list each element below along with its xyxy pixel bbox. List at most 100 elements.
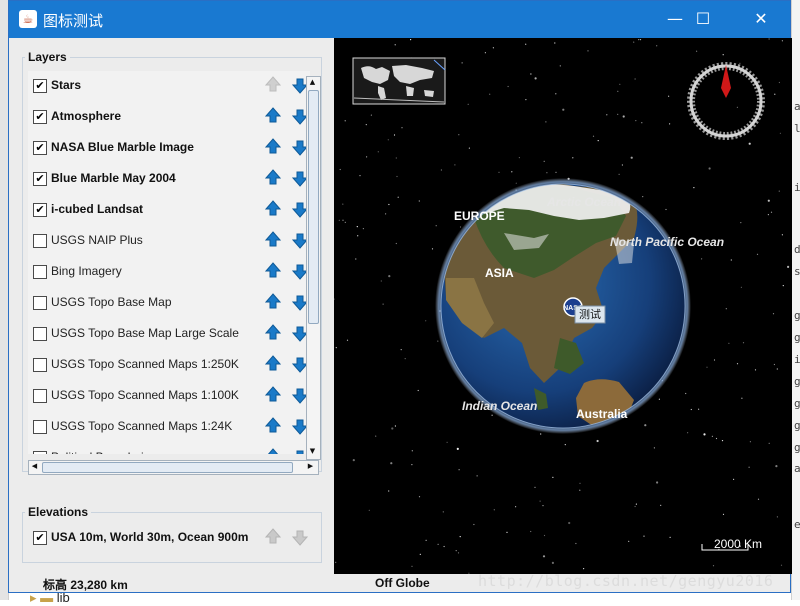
layer-label: Blue Marble May 2004 — [51, 171, 176, 185]
layer-checkbox[interactable] — [33, 265, 47, 279]
move-up-icon — [265, 75, 281, 95]
layer-checkbox[interactable]: ✔ — [33, 110, 47, 124]
elevation-label: USA 10m, World 30m, Ocean 900m — [51, 530, 249, 544]
layer-label: USGS Topo Scanned Maps 1:250K — [51, 357, 239, 371]
move-up-icon[interactable] — [265, 261, 281, 281]
background-code-glyph: e — [794, 518, 800, 531]
layer-label: USGS Topo Base Map Large Scale — [51, 326, 239, 340]
layer-label: i-cubed Landsat — [51, 202, 144, 216]
elevation-move-down-icon — [292, 527, 308, 547]
layer-vertical-scrollbar[interactable]: ▲ ▼ — [306, 76, 321, 460]
background-code-glyph: g — [794, 309, 800, 322]
layer-row: USGS NAIP Plus — [28, 226, 310, 257]
layer-checkbox[interactable] — [33, 234, 47, 248]
altitude-value: 23,280 km — [70, 578, 128, 592]
layer-label: USGS Topo Base Map — [51, 295, 172, 309]
globe-view[interactable]: NASA 测试 EUROPE ASIA Australia Arctic Oce… — [334, 38, 792, 574]
layer-row: USGS Topo Scanned Maps 1:100K — [28, 381, 310, 412]
window-title: 图标测试 — [43, 12, 104, 30]
compass[interactable] — [687, 62, 765, 140]
label-europe: EUROPE — [454, 209, 505, 223]
horizontal-scroll-thumb[interactable] — [42, 462, 293, 473]
label-indian-ocean: Indian Ocean — [462, 399, 537, 413]
layer-row: ✔ Atmosphere — [28, 102, 310, 133]
layer-row: Political Boundaries — [28, 443, 310, 454]
scale-bar: 2000 Km — [701, 537, 762, 551]
layer-checkbox[interactable]: ✔ — [33, 141, 47, 155]
scroll-left-icon[interactable]: ◀ — [29, 461, 40, 472]
label-north-pacific-ocean: North Pacific Ocean — [610, 235, 724, 249]
elevations-group: Elevations ✔ USA 10m, World 30m, Ocean 9… — [22, 505, 322, 563]
elevation-move-up-icon — [265, 527, 281, 547]
layer-label: Stars — [51, 78, 82, 92]
layer-horizontal-scrollbar[interactable]: ◀ ▶ — [28, 460, 319, 475]
layer-row: ✔ Stars — [28, 71, 310, 102]
vertical-scroll-thumb[interactable] — [308, 90, 319, 324]
elevation-row: ✔ USA 10m, World 30m, Ocean 900m — [28, 523, 310, 554]
label-australia: Australia — [576, 407, 628, 421]
move-up-icon[interactable] — [265, 137, 281, 157]
layer-checkbox[interactable]: ✔ — [33, 203, 47, 217]
globe-scene: NASA 测试 EUROPE ASIA Australia Arctic Oce… — [334, 38, 790, 574]
layer-row: USGS Topo Base Map Large Scale — [28, 319, 310, 350]
layers-legend: Layers — [28, 50, 67, 64]
layer-checkbox[interactable] — [33, 296, 47, 310]
elevation-checkbox[interactable]: ✔ — [33, 531, 47, 545]
move-up-icon[interactable] — [265, 354, 281, 374]
layer-row: ✔ NASA Blue Marble Image — [28, 133, 310, 164]
java-app-icon: ☕ — [19, 10, 37, 28]
globe-status: Off Globe — [375, 576, 430, 590]
layer-checkbox[interactable]: ✔ — [33, 172, 47, 186]
altitude-label: 标高 — [43, 578, 68, 592]
background-code-glyph: a — [794, 100, 800, 113]
layer-checkbox[interactable] — [33, 327, 47, 341]
layer-label: USGS NAIP Plus — [51, 233, 143, 247]
layer-label: NASA Blue Marble Image — [51, 140, 194, 154]
background-code-glyph: g — [794, 375, 800, 388]
scroll-down-icon[interactable]: ▼ — [307, 446, 318, 457]
close-button[interactable]: ✕ — [732, 1, 790, 38]
watermark-text: http://blog.csdn.net/gengyu2016 — [478, 572, 774, 590]
layer-list: ✔ Stars ✔ Atmosphere ✔ NASA Blue Marble Image… — [28, 71, 310, 454]
layer-row: USGS Topo Scanned Maps 1:24K — [28, 412, 310, 443]
altitude-status: 标高 23,280 km — [43, 576, 128, 593]
background-code-glyph: g — [794, 441, 800, 454]
layer-checkbox[interactable]: ✔ — [33, 79, 47, 93]
scroll-right-icon[interactable]: ▶ — [305, 461, 316, 472]
background-code-editor: alidsggiggggae — [791, 0, 800, 600]
move-up-icon[interactable] — [265, 385, 281, 405]
layer-row: USGS Topo Scanned Maps 1:250K — [28, 350, 310, 381]
app-window: ☕ 图标测试 — ☐ ✕ Layers ✔ Stars ✔ Atmosphere ✔ NA… — [8, 0, 792, 593]
layer-label: USGS Topo Scanned Maps 1:100K — [51, 388, 239, 402]
label-asia: ASIA — [485, 266, 514, 280]
move-up-icon[interactable] — [265, 447, 281, 454]
layers-group: Layers ✔ Stars ✔ Atmosphere ✔ NASA Blue Marbl… — [22, 50, 322, 475]
title-bar: ☕ 图标测试 — ☐ ✕ — [9, 1, 790, 38]
move-up-icon[interactable] — [265, 292, 281, 312]
layer-row: ✔ i-cubed Landsat — [28, 195, 310, 226]
layer-checkbox[interactable] — [33, 451, 47, 454]
layer-label: Atmosphere — [51, 109, 122, 123]
move-up-icon[interactable] — [265, 230, 281, 250]
maximize-button[interactable]: ☐ — [674, 1, 732, 38]
move-up-icon[interactable] — [265, 199, 281, 219]
layer-label: Political Boundaries — [51, 450, 156, 454]
background-code-glyph: g — [794, 331, 800, 344]
background-code-glyph: s — [794, 265, 800, 278]
placemark-label: 测试 — [579, 308, 601, 321]
background-code-glyph: i — [794, 181, 800, 194]
move-up-icon[interactable] — [265, 106, 281, 126]
layer-checkbox[interactable] — [33, 389, 47, 403]
move-up-icon[interactable] — [265, 168, 281, 188]
scroll-up-icon[interactable]: ▲ — [307, 77, 318, 88]
world-overview-map — [352, 57, 446, 105]
move-up-icon[interactable] — [265, 323, 281, 343]
background-code-glyph: g — [794, 419, 800, 432]
layer-checkbox[interactable] — [33, 420, 47, 434]
layer-row: ✔ Blue Marble May 2004 — [28, 164, 310, 195]
background-code-glyph: d — [794, 243, 800, 256]
scale-label: 2000 Km — [714, 537, 762, 551]
background-code-glyph: a — [794, 462, 800, 475]
layer-checkbox[interactable] — [33, 358, 47, 372]
move-up-icon[interactable] — [265, 416, 281, 436]
